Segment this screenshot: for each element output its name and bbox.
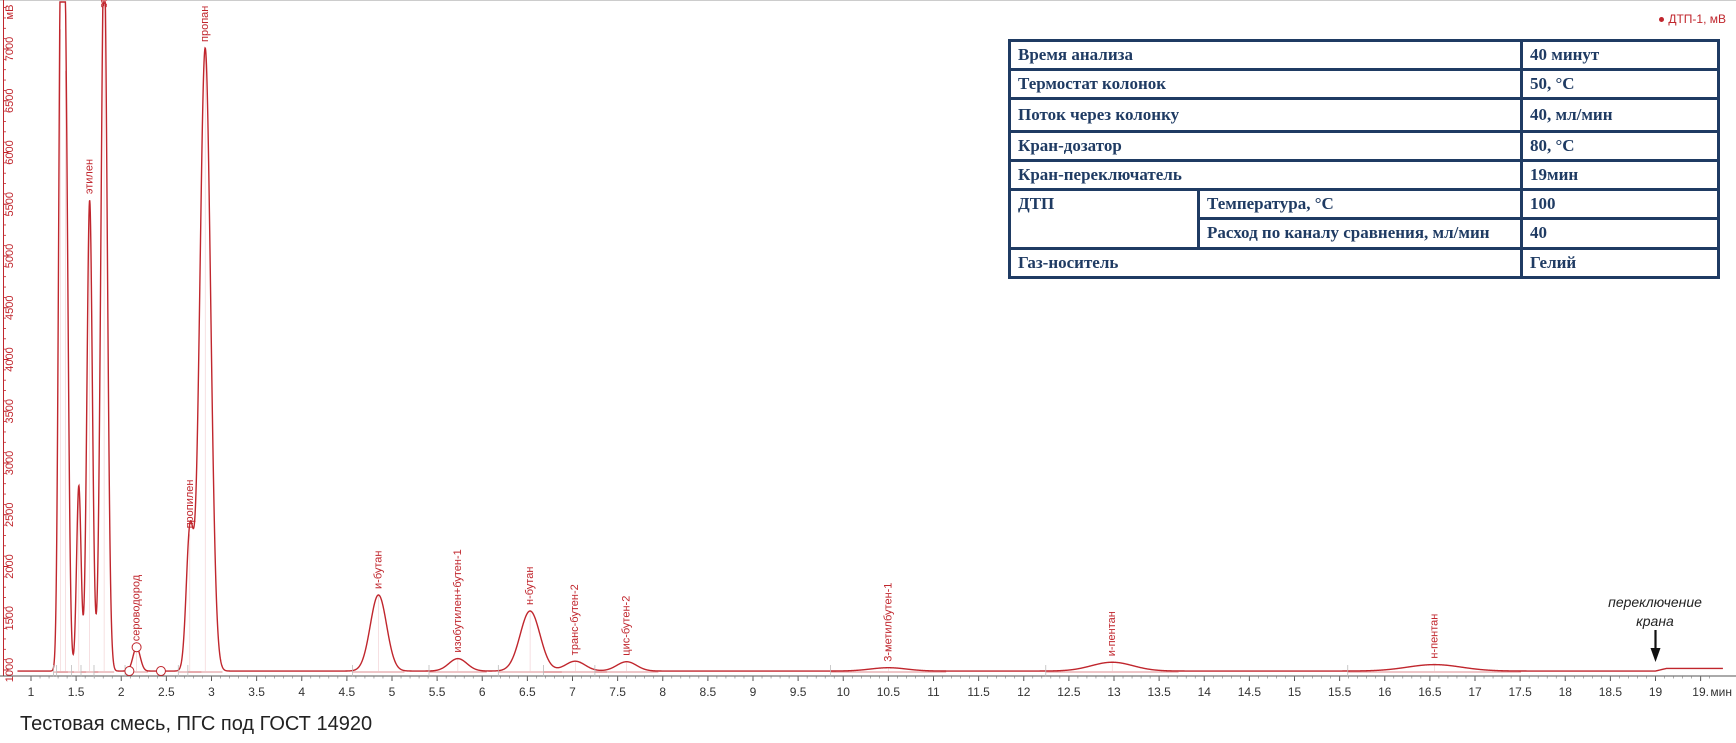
x-tick-label: 6.5 xyxy=(519,685,536,699)
x-tick-label: 6 xyxy=(479,685,486,699)
x-tick-label: 8.5 xyxy=(700,685,717,699)
column-flow-value: 40, мл/мин xyxy=(1520,97,1720,133)
x-tick-label: 12 xyxy=(1017,685,1031,699)
x-tick-label: 14 xyxy=(1198,685,1212,699)
x-tick-label: 17.5 xyxy=(1508,685,1532,699)
x-tick-label: 13 xyxy=(1107,685,1121,699)
x-tick-label: 18 xyxy=(1559,685,1573,699)
x-tick-label: 1.5 xyxy=(68,685,85,699)
x-tick-label: 13.5 xyxy=(1147,685,1171,699)
table-row: ДТП Температура, °С 100 xyxy=(1008,188,1720,250)
table-row: Кран-дозатор 80, °С xyxy=(1008,130,1720,162)
dosing-valve-label: Кран-дозатор xyxy=(1008,130,1523,162)
peak-label: н-бутан xyxy=(524,567,536,605)
peak-label: транс-бутен-2 xyxy=(569,584,581,655)
x-tick-label: 3.5 xyxy=(248,685,265,699)
x-tick-label: 9 xyxy=(750,685,757,699)
x-tick-label: 2 xyxy=(118,685,125,699)
x-tick-label: 17 xyxy=(1468,685,1482,699)
x-tick-label: 16 xyxy=(1378,685,1392,699)
peak-marker xyxy=(131,642,142,653)
x-tick-label: 9.5 xyxy=(790,685,807,699)
x-tick-label: 12.5 xyxy=(1057,685,1081,699)
peak-label: цис-бутен-2 xyxy=(621,596,633,656)
peak-label: сероводород xyxy=(131,574,143,641)
peak-label: н-пентан xyxy=(1428,614,1440,659)
x-tick-label: 7.5 xyxy=(609,685,626,699)
x-tick-label: 15 xyxy=(1288,685,1302,699)
x-tick-label: 4 xyxy=(298,685,305,699)
valve-switch-annotation: переключение крана xyxy=(1608,594,1702,629)
table-row: Время анализа 40 минут xyxy=(1008,39,1720,71)
peak-label: изобутилен+бутен-1 xyxy=(452,549,464,652)
x-tick-label: 5.5 xyxy=(429,685,446,699)
x-tick-label: 16.5 xyxy=(1418,685,1442,699)
x-tick-label: 4.5 xyxy=(339,685,356,699)
peak-label: пропан xyxy=(199,6,211,42)
peak-marker xyxy=(124,666,135,677)
x-tick-label: 19. xyxy=(1692,685,1709,699)
tcd-temp-value: 100 xyxy=(1520,188,1720,220)
table-row: Кран-переключатель 19мин xyxy=(1008,159,1720,191)
x-tick-label: 8 xyxy=(659,685,666,699)
column-flow-label: Поток через колонку xyxy=(1008,97,1523,133)
tcd-ref-flow-label: Расход по каналу сравнения, мл/мин xyxy=(1197,217,1523,250)
x-tick-label: 10.5 xyxy=(877,685,901,699)
legend-label: ДТП-1, мВ xyxy=(1668,12,1726,26)
table-row: Термостат колонок 50, °С xyxy=(1008,68,1720,100)
tcd-label: ДТП xyxy=(1008,188,1200,250)
peak-label: этан xyxy=(98,0,110,8)
x-tick-label: 5 xyxy=(389,685,396,699)
carrier-gas-label: Газ-носитель xyxy=(1008,247,1523,279)
peak-marker xyxy=(155,666,166,677)
x-tick-label: 11.5 xyxy=(967,685,990,699)
peak-label: и-бутан xyxy=(372,550,384,588)
table-row: Поток через колонку 40, мл/мин xyxy=(1008,97,1720,133)
table-row: Газ-носитель Гелий xyxy=(1008,247,1720,279)
x-tick-label: 2.5 xyxy=(158,685,175,699)
x-unit-label: мин xyxy=(1710,685,1732,699)
x-tick-label: 15.5 xyxy=(1328,685,1352,699)
x-tick-label: 10 xyxy=(837,685,851,699)
x-tick-label: 11 xyxy=(927,685,940,699)
x-tick-label: 3 xyxy=(208,685,215,699)
analysis-time-value: 40 минут xyxy=(1520,39,1720,71)
x-tick-label: 1 xyxy=(28,685,35,699)
analysis-time-label: Время анализа xyxy=(1008,39,1523,71)
x-tick-label: 19 xyxy=(1649,685,1663,699)
tcd-temp-label: Температура, °С xyxy=(1197,188,1523,220)
y-unit-label: мВ xyxy=(4,5,16,20)
figure-caption: Тестовая смесь, ПГС под ГОСТ 14920 xyxy=(20,713,373,735)
peak-label: этилен xyxy=(84,159,96,194)
switch-valve-label: Кран-переключатель xyxy=(1008,159,1523,191)
legend-marker-icon xyxy=(1659,17,1665,23)
chart-legend: ДТП-1, мВ xyxy=(1659,12,1726,26)
tcd-ref-flow-value: 40 xyxy=(1520,217,1720,250)
peak-label: 3-метилбутен-1 xyxy=(882,583,894,662)
peak-label: и-пентан xyxy=(1106,611,1118,656)
dosing-valve-value: 80, °С xyxy=(1520,130,1720,162)
column-oven-value: 50, °С xyxy=(1520,68,1720,100)
switch-valve-value: 19мин xyxy=(1520,159,1720,191)
peak-label: пропилен xyxy=(184,480,196,529)
x-tick-label: 14.5 xyxy=(1238,685,1262,699)
x-tick-label: 7 xyxy=(569,685,576,699)
x-tick-label: 18.5 xyxy=(1599,685,1623,699)
column-oven-label: Термостат колонок xyxy=(1008,68,1523,100)
carrier-gas-value: Гелий xyxy=(1520,247,1720,279)
analysis-parameters-table: Время анализа 40 минут Термостат колонок… xyxy=(1008,39,1720,279)
